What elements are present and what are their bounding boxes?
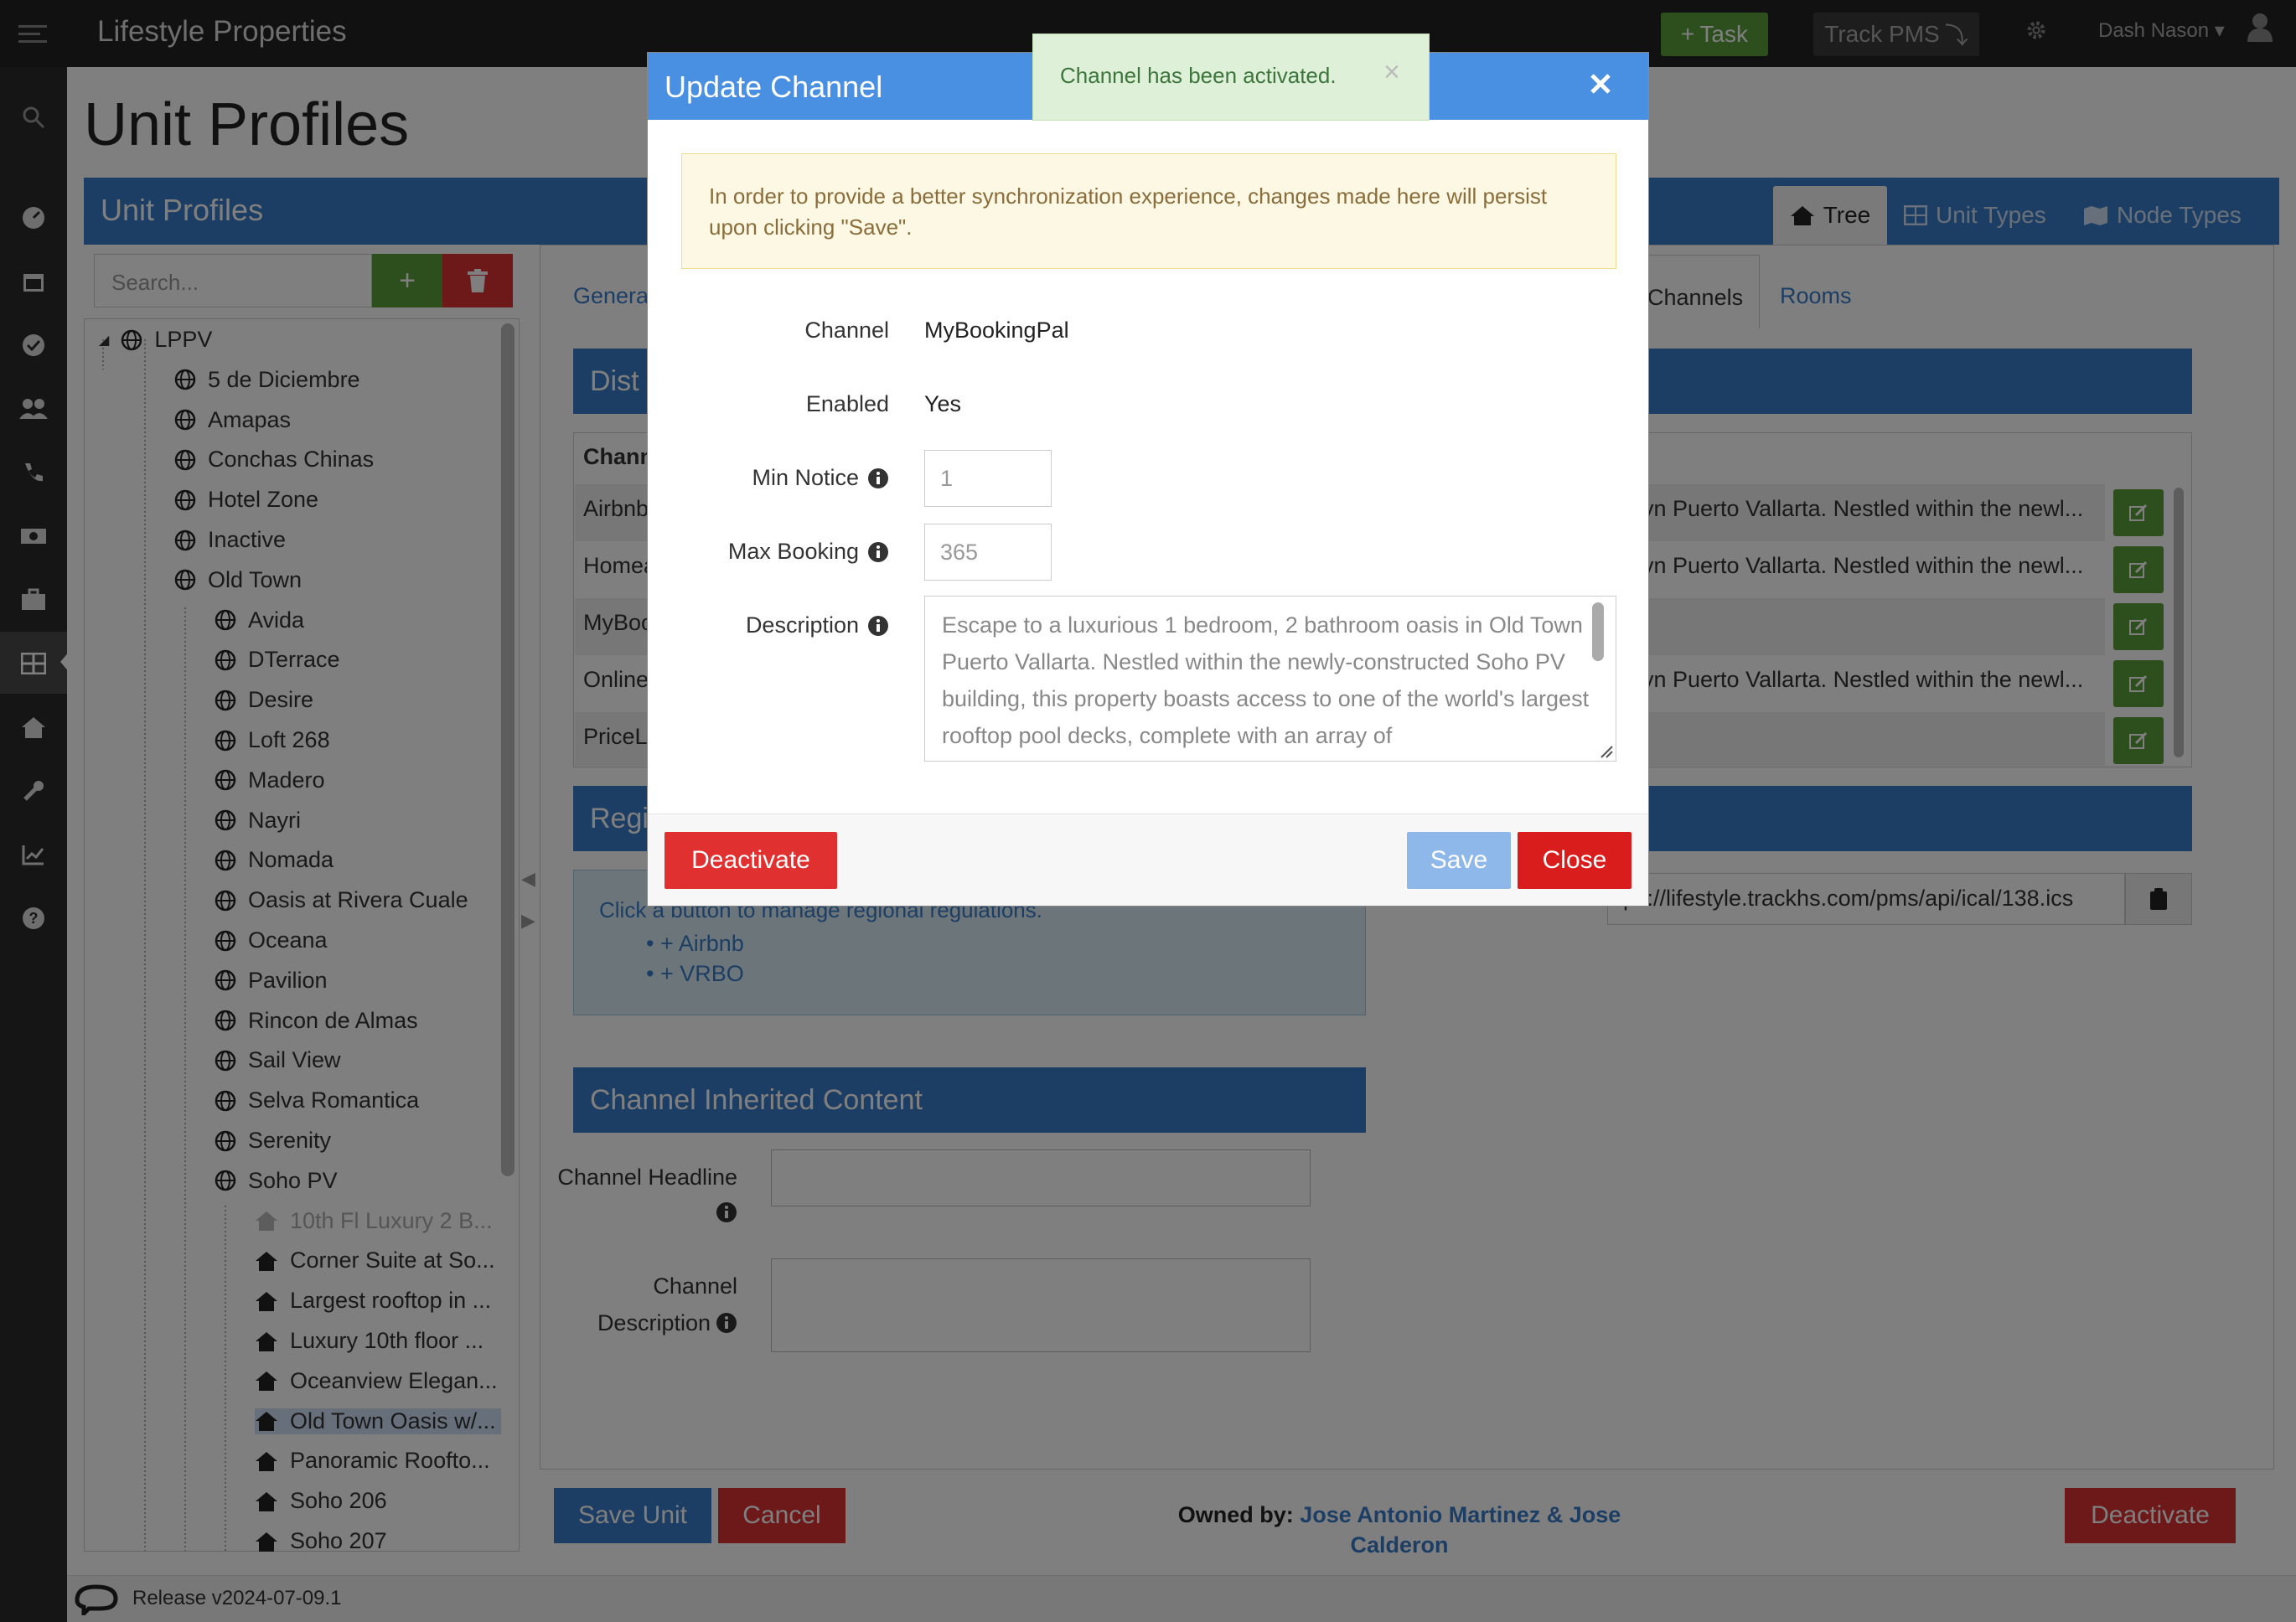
update-channel-modal: Update Channel In order to provide a bet… [647,52,1649,907]
deactivate-channel-button[interactable]: Deactivate [664,832,837,889]
info-icon [868,541,888,562]
min-notice-label-text: Min Notice [752,465,859,490]
sync-warning-alert: In order to provide a better synchroniza… [681,153,1616,269]
max-booking-label: Max Booking [728,539,889,565]
min-notice-label: Min Notice [752,465,889,491]
modal-title: Update Channel [664,70,883,104]
success-toast: Channel has been activated. × [1032,34,1430,121]
max-booking-label-text: Max Booking [727,539,859,564]
enabled-value: Yes [924,391,962,416]
resize-handle-icon[interactable] [1600,745,1613,758]
save-channel-button[interactable]: Save [1407,832,1511,889]
description-label-text: Description [745,612,859,638]
enabled-label: Enabled [806,391,889,417]
channel-label-text: Channel [804,318,889,343]
description-label: Description [746,612,889,638]
channel-value: MyBookingPal [924,318,1069,343]
channel-label: Channel [804,318,889,344]
description-textarea[interactable]: Escape to a luxurious 1 bedroom, 2 bathr… [924,596,1616,762]
enabled-label-text: Enabled [805,391,889,416]
info-icon [868,615,888,636]
close-icon[interactable] [1588,71,1613,96]
max-booking-input[interactable]: 365 [924,524,1052,581]
toast-close-icon[interactable]: × [1383,56,1400,89]
toast-message: Channel has been activated. [1060,63,1337,88]
close-modal-button[interactable]: Close [1518,832,1632,889]
description-scrollbar[interactable] [1592,602,1604,661]
info-icon [868,467,888,488]
min-notice-input[interactable]: 1 [924,450,1052,507]
